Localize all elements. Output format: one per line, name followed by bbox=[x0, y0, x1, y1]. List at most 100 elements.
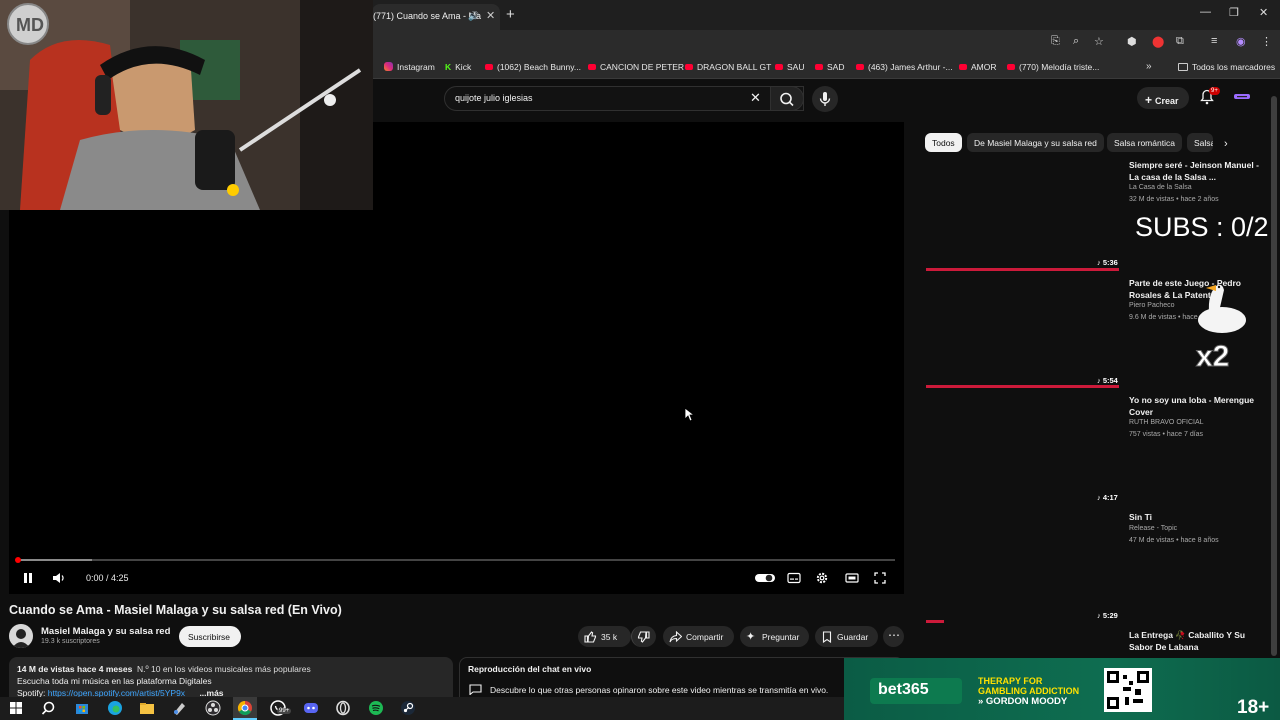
account-avatar[interactable] bbox=[1234, 91, 1250, 103]
new-tab-button[interactable]: + bbox=[506, 6, 515, 23]
chat-replay-title: Reproducción del chat en vivo bbox=[468, 664, 592, 674]
bookmark-instagram[interactable]: Instagram bbox=[384, 62, 435, 72]
create-button[interactable]: + Crear bbox=[1137, 87, 1189, 109]
instagram-icon bbox=[384, 62, 393, 71]
bookmark-dragon-ball-gt[interactable]: DRAGON BALL GT bbox=[685, 62, 771, 72]
minimize-icon[interactable]: — bbox=[1200, 6, 1211, 18]
subtitles-icon[interactable] bbox=[787, 572, 801, 584]
ask-button[interactable]: ✦ Preguntar bbox=[740, 626, 809, 647]
related-channel[interactable]: Piero Pacheco bbox=[1129, 302, 1175, 309]
voice-search-button[interactable] bbox=[812, 86, 838, 112]
media-control-icon[interactable]: ≡ bbox=[1211, 35, 1217, 47]
related-title[interactable]: La Entrega 🥀 Caballito Y Su Sabor De Lab… bbox=[1129, 629, 1259, 653]
bookmark-kick[interactable]: K Kick bbox=[445, 62, 471, 72]
video-title: Cuando se Ama - Masiel Malaga y su salsa… bbox=[9, 603, 342, 617]
steam-icon[interactable] bbox=[400, 700, 416, 716]
save-button[interactable]: Guardar bbox=[815, 626, 878, 647]
spotify-icon[interactable] bbox=[368, 700, 384, 716]
progress-bar[interactable] bbox=[17, 559, 895, 561]
extensions-puzzle-icon[interactable]: ⧉ bbox=[1176, 35, 1184, 48]
chrome-menu-icon[interactable]: ⋮ bbox=[1261, 35, 1272, 48]
ad-text-line2: GAMBLING ADDICTION bbox=[978, 686, 1080, 696]
bookmark-amor[interactable]: AMOR bbox=[959, 62, 997, 72]
volume-icon[interactable] bbox=[52, 572, 66, 584]
related-channel[interactable]: La Casa de la Salsa bbox=[1129, 184, 1192, 191]
channel-avatar-image bbox=[9, 624, 33, 648]
taskbar-search-icon[interactable] bbox=[40, 700, 56, 716]
edge-icon[interactable] bbox=[107, 700, 123, 716]
opera-gx-icon[interactable] bbox=[335, 700, 351, 716]
search-icon bbox=[780, 92, 794, 107]
related-thumbnail[interactable] bbox=[925, 155, 1123, 267]
bookmark-sad[interactable]: SAD bbox=[815, 62, 844, 72]
youtube-icon bbox=[588, 64, 596, 70]
bookmark-beach-bunny[interactable]: (1062) Beach Bunny... bbox=[485, 62, 581, 72]
chat-icon bbox=[469, 684, 482, 695]
chip-salsa[interactable]: Salsa bbox=[1187, 133, 1213, 152]
progress-buffered bbox=[17, 559, 92, 561]
dislike-button[interactable] bbox=[631, 626, 656, 647]
search-button[interactable] bbox=[770, 86, 804, 111]
subs-counter-overlay: SUBS : 0/2 bbox=[1135, 212, 1269, 242]
chip-todos[interactable]: Todos bbox=[925, 133, 962, 152]
obs-icon[interactable] bbox=[205, 700, 221, 716]
zoom-icon[interactable]: ⌕ bbox=[1073, 35, 1079, 48]
windows-start-icon[interactable] bbox=[8, 700, 24, 716]
more-actions-button[interactable]: ⋯ bbox=[883, 626, 904, 647]
bookmark-star-icon[interactable]: ☆ bbox=[1094, 35, 1104, 48]
ad-age-label: 18+ bbox=[1237, 697, 1270, 718]
close-tab-icon[interactable]: ✕ bbox=[486, 9, 495, 22]
bookmarks-folder[interactable]: Todos los marcadores bbox=[1178, 62, 1275, 72]
extension-red-icon[interactable]: ⬤ bbox=[1152, 35, 1164, 48]
related-title[interactable]: Yo no soy una loba - Merengue Cover bbox=[1129, 394, 1259, 418]
theater-mode-icon[interactable] bbox=[845, 572, 859, 584]
search-query[interactable]: quijote julio iglesias bbox=[455, 93, 533, 103]
page-scrollbar[interactable] bbox=[1271, 96, 1277, 656]
restore-icon[interactable]: ❐ bbox=[1229, 6, 1239, 19]
chevron-right-icon[interactable]: › bbox=[1224, 138, 1228, 150]
related-watch-progress bbox=[926, 385, 1119, 388]
microsoft-store-icon[interactable] bbox=[74, 700, 90, 716]
share-button[interactable]: Compartir bbox=[663, 626, 734, 647]
install-app-icon[interactable]: ⎘ bbox=[1051, 35, 1060, 48]
like-button[interactable]: 35 k bbox=[578, 626, 631, 647]
close-window-icon[interactable]: ✕ bbox=[1259, 6, 1268, 19]
autoplay-toggle-icon[interactable] bbox=[755, 572, 775, 584]
related-channel[interactable]: RUTH BRAVO OFICIAL bbox=[1129, 419, 1204, 426]
youtube-icon bbox=[775, 64, 783, 70]
discord-icon[interactable] bbox=[303, 700, 319, 716]
bookmark-sau[interactable]: SAU bbox=[775, 62, 804, 72]
file-explorer-icon[interactable] bbox=[139, 700, 155, 716]
description-text: Escucha toda mi música en las plataforma… bbox=[17, 676, 212, 686]
bookmarks-overflow-icon[interactable]: » bbox=[1146, 61, 1152, 72]
ask-label: Preguntar bbox=[762, 632, 800, 642]
related-channel[interactable]: Release - Topic bbox=[1129, 525, 1177, 532]
music-note-icon: ♪ bbox=[1097, 611, 1101, 620]
related-title[interactable]: Sin Ti bbox=[1129, 511, 1259, 523]
related-title[interactable]: Siempre seré - Jeinson Manuel - La casa … bbox=[1129, 159, 1259, 183]
paint-app-icon[interactable] bbox=[172, 700, 188, 716]
chrome-icon[interactable] bbox=[237, 700, 253, 716]
music-note-icon: ♪ bbox=[1097, 258, 1101, 267]
progress-scrubber[interactable] bbox=[15, 557, 21, 563]
pause-icon[interactable] bbox=[22, 572, 34, 584]
bookmark-melodia-triste[interactable]: (770) Melodía triste... bbox=[1007, 62, 1099, 72]
ad-text-line3: » GORDON MOODY bbox=[978, 696, 1068, 707]
ad-brand-logo: bet365 bbox=[870, 678, 962, 704]
description-stats: 14 M de vistas hace 4 meses N.º 10 en lo… bbox=[17, 664, 311, 674]
chip-de-masiel-malaga[interactable]: De Masiel Malaga y su salsa red bbox=[967, 133, 1104, 152]
chip-salsa-romantica[interactable]: Salsa romántica bbox=[1107, 133, 1182, 152]
browser-tab-active[interactable]: (771) Cuando se Ama - Ma 🔊 ✕ bbox=[372, 4, 500, 30]
clear-search-icon[interactable]: ✕ bbox=[750, 90, 761, 106]
bookmark-cancion-de-peter[interactable]: CANCION DE PETER bbox=[588, 62, 684, 72]
related-meta: 32 M de vistas • hace 2 años bbox=[1129, 196, 1219, 203]
subscribe-button[interactable]: Suscribirse bbox=[179, 626, 241, 647]
bookmark-james-arthur[interactable]: (463) James Arthur -... bbox=[856, 62, 953, 72]
profile-icon[interactable]: ◉ bbox=[1236, 35, 1246, 48]
extension-shield-icon[interactable]: ⬢ bbox=[1127, 35, 1137, 48]
fullscreen-icon[interactable] bbox=[874, 572, 886, 584]
speaker-icon[interactable]: 🔊 bbox=[468, 11, 479, 22]
channel-name[interactable]: Masiel Malaga y su salsa red bbox=[41, 626, 170, 637]
settings-gear-icon[interactable] bbox=[815, 571, 829, 585]
channel-avatar[interactable] bbox=[9, 624, 33, 648]
